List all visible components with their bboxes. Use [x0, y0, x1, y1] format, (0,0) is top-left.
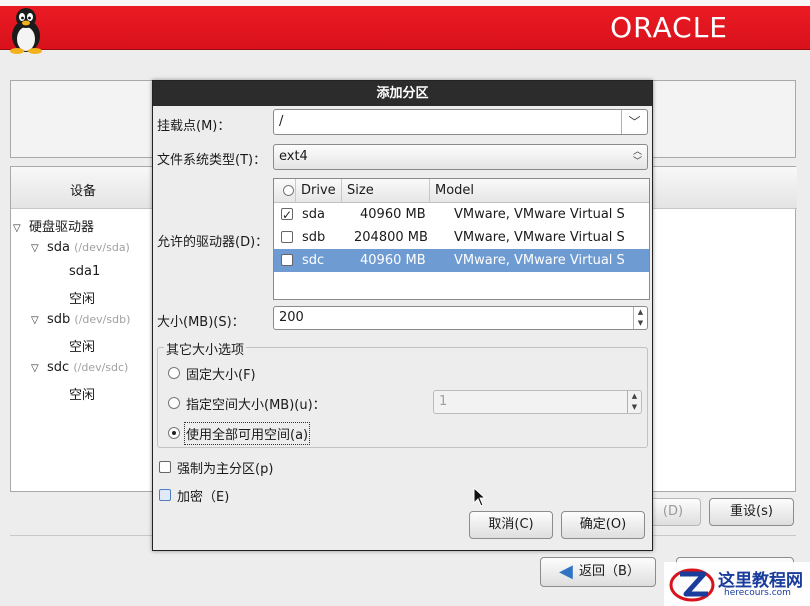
drive-name: sdc — [302, 253, 325, 268]
device-path: (/dev/sdb) — [74, 313, 131, 326]
encrypt-label[interactable]: 加密（E) — [177, 486, 229, 505]
chevron-down-icon[interactable]: ﹀ — [621, 110, 647, 134]
device-column-label: 设备 — [70, 184, 97, 199]
expand-arrow-icon[interactable]: ▽ — [31, 243, 47, 254]
tree-item-label: 硬盘驱动器 — [29, 220, 95, 235]
drive-checkbox[interactable] — [281, 254, 293, 266]
header-radio-icon — [283, 185, 294, 196]
tree-item-label: 空闲 — [69, 340, 96, 355]
tree-item-label: 空闲 — [69, 388, 96, 403]
force-primary-label[interactable]: 强制为主分区(p) — [177, 458, 273, 477]
delete-button[interactable]: (D) — [645, 498, 701, 526]
size-label: 大小(MB)(S)： — [157, 315, 245, 330]
back-button-label: 返回（B） — [579, 564, 640, 579]
watermark-url: herecours.com — [724, 588, 791, 598]
fs-type-value: ext4 — [279, 149, 308, 164]
fill-upto-spinbox: 1 ▲ ▼ — [433, 390, 642, 414]
encrypt-checkbox[interactable] — [159, 489, 171, 501]
spin-arrows-icon: ▲ ▼ — [627, 391, 641, 413]
drives-table: Drive Size Model sda 40960 MB VMware, VM… — [273, 178, 650, 300]
fill-upto-label[interactable]: 指定空间大小(MB)(u)： — [186, 394, 326, 413]
model-column-header[interactable]: Model — [430, 179, 649, 203]
drive-name: sdb — [302, 230, 326, 245]
tree-item-hard-drives[interactable]: ▽ 硬盘驱动器 — [13, 216, 94, 235]
drive-model: VMware, VMware Virtual S — [454, 230, 625, 245]
device-path: (/dev/sdc) — [73, 361, 129, 374]
mount-point-combo[interactable]: / ﹀ — [273, 109, 648, 135]
device-path: (/dev/sda) — [74, 241, 130, 254]
fixed-size-label[interactable]: 固定大小(F) — [186, 364, 256, 383]
drive-checkbox[interactable] — [281, 204, 293, 227]
expand-arrow-icon[interactable]: ▽ — [13, 223, 29, 234]
tree-item-sdc-free[interactable]: 空闲 — [69, 384, 95, 403]
table-row[interactable]: sdb 204800 MB VMware, VMware Virtual S — [274, 226, 649, 249]
tree-item-label: sda — [47, 240, 70, 255]
tree-item-sdb-free[interactable]: 空闲 — [69, 336, 95, 355]
updown-arrows-icon: ︿ ﹀ — [632, 147, 642, 167]
tree-item-sda1[interactable]: sda1 — [69, 264, 100, 279]
drive-model: VMware, VMware Virtual S — [454, 207, 625, 222]
size-spinbox[interactable]: 200 ▲ ▼ — [273, 306, 648, 330]
force-primary-checkbox[interactable] — [159, 461, 171, 473]
expand-arrow-icon[interactable]: ▽ — [31, 315, 47, 326]
fill-upto-radio[interactable] — [168, 397, 180, 409]
drive-model: VMware, VMware Virtual S — [454, 253, 625, 268]
fs-type-select[interactable]: ext4 ︿ ﹀ — [273, 144, 648, 170]
dialog-title: 添加分区 — [153, 81, 652, 106]
select-all-header[interactable] — [274, 179, 296, 203]
mouse-pointer-icon — [473, 487, 487, 507]
drive-checkbox[interactable] — [281, 231, 293, 243]
fill-max-label[interactable]: 使用全部可用空间(a) — [183, 422, 311, 445]
tree-item-sdc[interactable]: ▽ sdc (/dev/sdc) — [31, 360, 128, 375]
watermark-logo-icon — [669, 568, 715, 602]
mount-point-label: 挂载点(M)： — [157, 119, 231, 134]
allowed-drives-label: 允许的驱动器(D)： — [157, 235, 269, 250]
fill-upto-value: 1 — [439, 394, 448, 409]
expand-arrow-icon[interactable]: ▽ — [31, 363, 47, 374]
back-button[interactable]: ◀ 返回（B） — [540, 557, 656, 587]
reset-button[interactable]: 重设(s) — [709, 498, 794, 526]
tree-item-label: sda1 — [69, 264, 101, 279]
group-title: 其它大小选项 — [164, 339, 247, 358]
drive-name: sda — [302, 207, 325, 222]
mount-point-value: / — [279, 114, 284, 129]
spin-arrows-icon[interactable]: ▲ ▼ — [633, 307, 647, 329]
drive-column-header[interactable]: Drive — [296, 179, 342, 203]
drive-size: 40960 MB — [360, 253, 426, 268]
fill-max-radio[interactable] — [168, 427, 180, 439]
table-row[interactable]: sda 40960 MB VMware, VMware Virtual S — [274, 203, 649, 227]
tree-item-label: sdc — [47, 360, 70, 375]
tree-item-label: sdb — [47, 312, 71, 327]
tree-item-sda-free[interactable]: 空闲 — [69, 288, 95, 307]
fixed-size-radio[interactable] — [168, 367, 180, 379]
add-partition-dialog: 添加分区 挂载点(M)： / ﹀ 文件系统类型(T)： ext4 ︿ ﹀ 允许的驱… — [152, 80, 653, 551]
back-arrow-icon: ◀ — [559, 561, 573, 582]
tree-item-sdb[interactable]: ▽ sdb (/dev/sdb) — [31, 312, 130, 327]
fs-type-label: 文件系统类型(T)： — [157, 153, 267, 168]
watermark: 这里教程网 herecours.com — [664, 562, 810, 606]
tux-penguin-icon — [10, 8, 42, 54]
other-size-options-group: 其它大小选项 固定大小(F) 指定空间大小(MB)(u)： 1 ▲ ▼ 使用全部可… — [157, 339, 648, 448]
table-row[interactable]: sdc 40960 MB VMware, VMware Virtual S — [274, 249, 649, 272]
drive-size: 204800 MB — [354, 230, 428, 245]
oracle-logo: ORACLE — [610, 11, 728, 44]
tree-item-sda[interactable]: ▽ sda (/dev/sda) — [31, 240, 130, 255]
size-column-header[interactable]: Size — [342, 179, 430, 203]
banner-top-strip — [0, 0, 810, 6]
cancel-button[interactable]: 取消(C) — [469, 511, 553, 539]
drive-size: 40960 MB — [360, 207, 426, 222]
size-value: 200 — [279, 310, 304, 325]
ok-button[interactable]: 确定(O) — [561, 511, 645, 539]
tree-item-label: 空闲 — [69, 292, 96, 307]
